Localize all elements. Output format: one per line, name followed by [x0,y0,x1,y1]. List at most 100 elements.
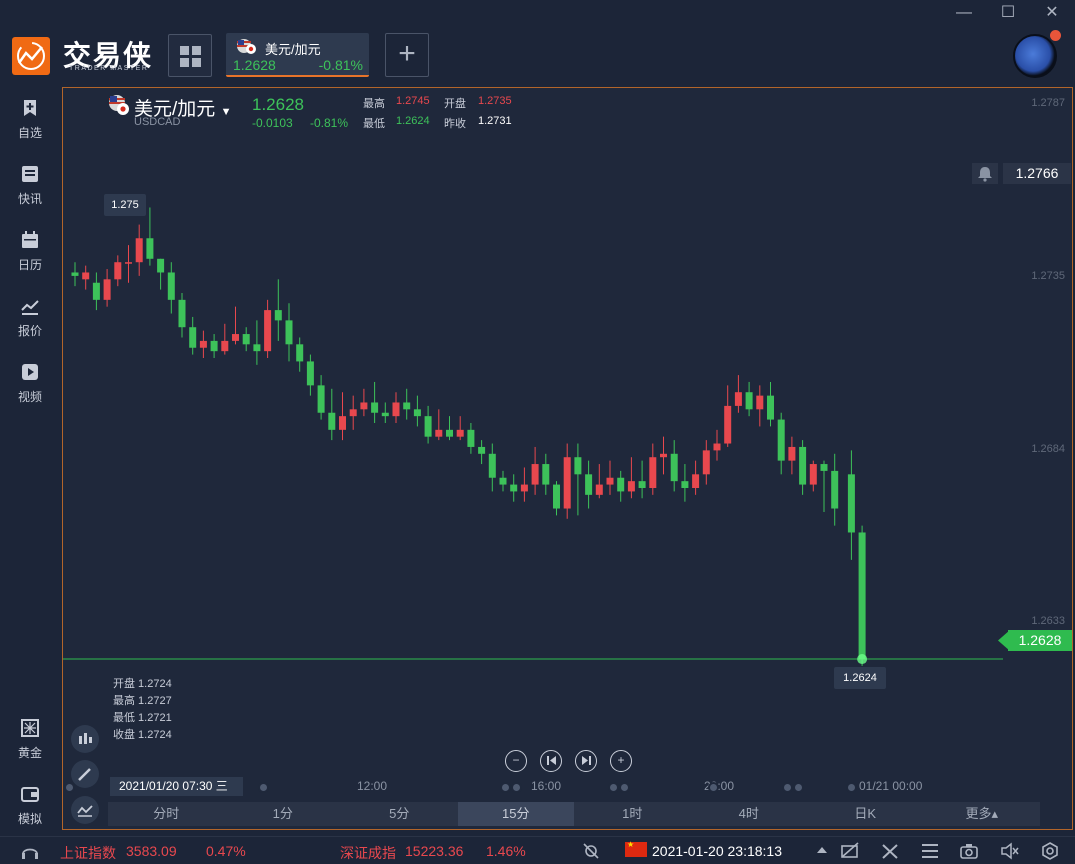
candle [349,395,357,430]
candle [734,375,742,413]
sidebar-item-6[interactable]: 模拟 [0,784,60,827]
settings-icon[interactable] [1040,842,1060,864]
sidebar-item-1[interactable]: 快讯 [0,164,60,207]
sidebar-item-0[interactable]: 自选 [0,98,60,141]
indicator-tool-button[interactable] [71,725,99,753]
close-button[interactable]: ✕ [1038,2,1066,24]
alert-price-label: 1.2766 [1003,163,1071,184]
candle [670,440,678,492]
minimize-button[interactable]: — [950,2,978,24]
tab-name: 美元/加元 [265,42,321,57]
period-tab-0[interactable]: 分时 [108,802,225,826]
high-label: 最高 [363,98,385,110]
candle [371,381,379,423]
candle [767,381,774,427]
event-marker[interactable] [708,780,719,793]
candle [595,464,603,499]
sidebar-item-3[interactable]: 报价 [0,296,60,339]
sidebar-item-4[interactable]: 视频 [0,362,60,405]
event-marker[interactable] [258,780,269,793]
low-label: 最低 [363,118,385,130]
event-marker[interactable] [846,780,857,793]
maximize-button[interactable]: ☐ [994,2,1022,24]
candle [499,470,507,492]
candle [510,474,518,502]
period-tab-1[interactable]: 1分 [225,802,342,826]
period-tab-4[interactable]: 1时 [574,802,691,826]
sidebar-item-5[interactable]: 黄金 [0,718,60,761]
draw-tool-button[interactable] [71,760,99,788]
tools-icon[interactable] [880,842,900,864]
mute-icon[interactable] [1000,842,1020,864]
candle-icon [79,733,92,744]
status-bar: 上证指数 3583.09 0.47% 深证成指 15223.36 1.46% 2… [0,836,1075,864]
candle [328,388,336,441]
sz-index-name[interactable]: 深证成指 [340,843,396,863]
open-label: 开盘 [444,98,466,110]
satellite-icon[interactable] [582,842,600,860]
list-icon[interactable] [920,842,940,864]
quote-chart-icon [21,300,39,315]
event-marker[interactable] [782,780,804,793]
candle [232,306,239,345]
candle [446,416,453,441]
period-tab-2[interactable]: 5分 [341,802,458,826]
user-avatar[interactable] [1013,34,1057,78]
gold-icon [21,719,39,737]
candle [585,460,593,509]
event-marker[interactable] [608,780,630,793]
candle [617,470,625,502]
sidebar-item-label: 视频 [17,390,42,404]
tab-usdcad[interactable]: 美元/加元 1.2628 -0.81% [226,33,369,77]
camera-icon[interactable] [959,842,979,864]
low-value: 1.2624 [396,115,430,127]
candle [82,265,90,290]
y-tick: 1.2633 [1031,615,1065,627]
candle [649,443,657,495]
candle [157,258,165,290]
event-marker[interactable] [500,780,522,793]
event-marker[interactable] [64,780,75,793]
open-value: 1.2735 [478,95,512,107]
zoom-in-button[interactable]: + [610,750,632,772]
period-tab-7[interactable]: 更多▴ [924,802,1041,826]
zoom-out-button[interactable]: − [505,750,527,772]
candle [360,388,368,417]
candle [199,330,207,358]
candle [563,443,571,519]
headset-icon[interactable] [20,843,40,861]
scroll-start-button[interactable] [540,750,562,772]
pencil-icon [78,768,91,781]
notification-dot [1050,30,1061,41]
candle [724,385,732,447]
period-tab-5[interactable]: 4时 [691,802,808,826]
bell-icon [978,167,992,182]
sidebar-item-2[interactable]: 日历 [0,230,60,273]
sidebar-item-label: 快讯 [17,192,42,206]
sh-index-name[interactable]: 上证指数 [60,843,116,863]
line-tool-button[interactable] [71,796,99,824]
period-tab-6[interactable]: 日K [807,802,924,826]
candle [189,316,197,355]
layout-grid-button[interactable] [168,34,212,77]
expand-up-icon[interactable] [816,842,828,863]
video-icon [22,364,38,380]
candle [542,453,550,495]
candle [92,272,100,311]
candle [167,262,175,314]
candle [531,446,539,495]
scroll-end-button[interactable] [575,750,597,772]
candlestick-chart[interactable] [63,88,1072,829]
candle [178,293,186,338]
candle [125,245,132,283]
app-window: — ☐ ✕ 交易侠 TRADER MASTER 美元/加元 1.2628 -0.… [0,0,1075,864]
fullscreen-icon[interactable] [840,842,860,864]
candle [339,392,346,441]
candle [242,327,250,352]
period-selector: 分时 1分 5分 15分 1时 4时 日K 更多▴ [108,802,1040,826]
add-tab-button[interactable]: + [385,33,429,77]
candle [392,392,400,423]
price-alert-button[interactable] [972,163,998,184]
period-tab-3[interactable]: 15分 [457,802,574,826]
candle [413,395,421,427]
